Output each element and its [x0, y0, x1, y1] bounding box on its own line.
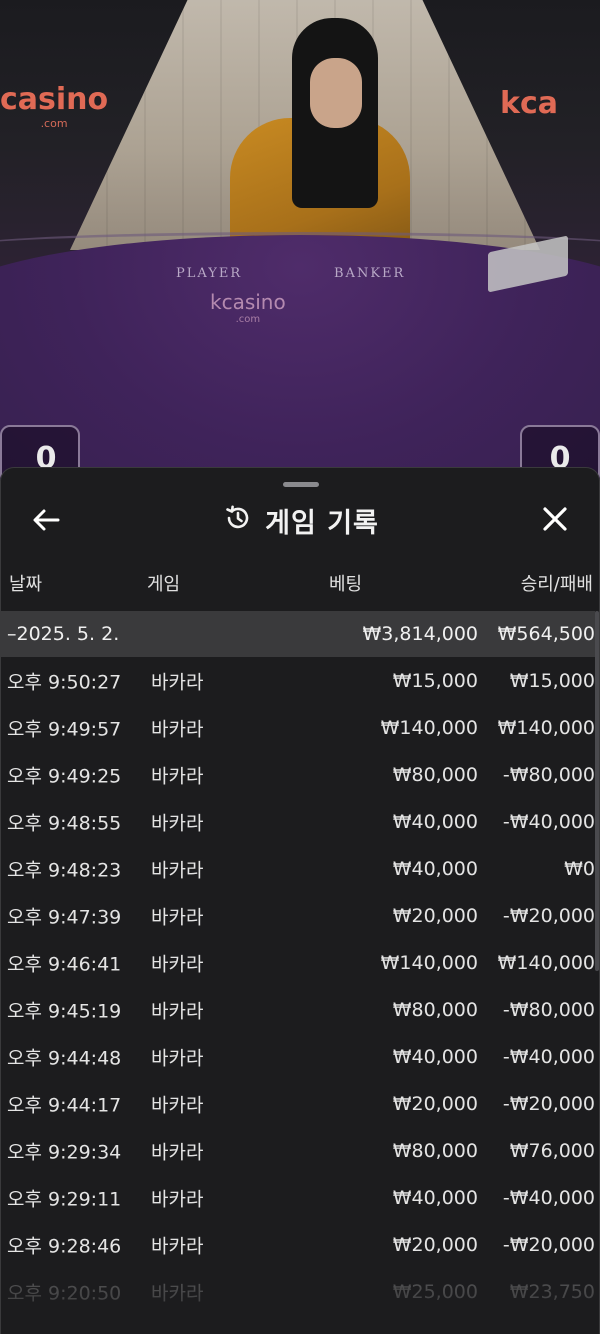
row-game: 바카라 — [151, 1047, 204, 1069]
felt-label-player: PLAYER — [176, 266, 243, 281]
column-header-bet: 베팅 — [329, 574, 363, 595]
row-result: ₩15,000 — [509, 669, 595, 692]
list-scrollbar[interactable] — [595, 611, 599, 971]
row-time: 오후 9:28:46 — [7, 1235, 122, 1257]
history-clock-icon — [223, 503, 253, 537]
row-game: 바카라 — [151, 906, 204, 928]
casino-logo-left: casino .com — [0, 82, 109, 130]
row-time: 오후 9:44:17 — [7, 1094, 122, 1116]
column-header-win-loss: 승리/패배 — [520, 574, 593, 595]
felt-label-banker: BANKER — [334, 266, 406, 281]
row-result: -₩20,000 — [502, 1092, 595, 1115]
row-game: 바카라 — [151, 1094, 204, 1116]
back-button[interactable] — [29, 504, 65, 536]
history-row[interactable]: 오후 9:49:57 바카라 ₩140,000 ₩140,000 — [1, 704, 595, 751]
row-result: -₩40,000 — [502, 810, 595, 833]
row-time: 오후 9:49:25 — [7, 765, 122, 787]
column-header-date: 날짜 — [9, 574, 43, 595]
row-bet: ₩140,000 — [380, 716, 478, 739]
row-time: 오후 9:50:27 — [7, 671, 122, 693]
row-time: 오후 9:48:23 — [7, 859, 122, 881]
row-time: 오후 9:45:19 — [7, 1000, 122, 1022]
row-game: 바카라 — [151, 671, 204, 693]
row-bet: ₩40,000 — [392, 1045, 478, 1068]
history-row[interactable]: 오후 9:48:23 바카라 ₩40,000 ₩0 — [1, 845, 595, 892]
row-bet: ₩20,000 — [392, 1092, 478, 1115]
history-row[interactable]: 오후 9:29:11 바카라 ₩40,000 -₩40,000 — [1, 1174, 595, 1221]
row-result: -₩20,000 — [502, 904, 595, 927]
history-row[interactable]: 오후 9:28:46 바카라 ₩20,000 -₩20,000 — [1, 1221, 595, 1268]
live-video-feed: casino .com kca PLAYER BANKER kcasino .c… — [0, 0, 600, 480]
row-game: 바카라 — [151, 1141, 204, 1163]
row-result: -₩80,000 — [502, 998, 595, 1021]
date-group-row[interactable]: –2025. 5. 2. ₩3,814,000 ₩564,500 — [1, 611, 595, 657]
title-group: 게임 기록 — [1, 498, 599, 542]
row-game: 바카라 — [151, 859, 204, 881]
row-bet: ₩40,000 — [392, 857, 478, 880]
history-list: –2025. 5. 2. ₩3,814,000 ₩564,500 오후 9:50… — [1, 611, 595, 1315]
row-time: 오후 9:48:55 — [7, 812, 122, 834]
row-time: 오후 9:29:11 — [7, 1188, 122, 1210]
row-bet: ₩80,000 — [392, 1139, 478, 1162]
history-row[interactable]: 오후 9:44:48 바카라 ₩40,000 -₩40,000 — [1, 1033, 595, 1080]
row-bet: ₩40,000 — [392, 1186, 478, 1209]
casino-logo-right: kca — [500, 86, 558, 121]
row-game: 바카라 — [151, 1235, 204, 1257]
history-row[interactable]: 오후 9:47:39 바카라 ₩20,000 -₩20,000 — [1, 892, 595, 939]
column-header-game: 게임 — [147, 574, 181, 595]
row-result: -₩20,000 — [502, 1233, 595, 1256]
sheet-header: 게임 기록 — [1, 498, 599, 542]
row-game: 바카라 — [151, 812, 204, 834]
row-time: 오후 9:47:39 — [7, 906, 122, 928]
row-time: 오후 9:44:48 — [7, 1047, 122, 1069]
history-row[interactable]: 오후 9:48:55 바카라 ₩40,000 -₩40,000 — [1, 798, 595, 845]
dealer — [210, 18, 420, 268]
close-x-icon — [543, 507, 567, 531]
history-row[interactable]: 오후 9:44:17 바카라 ₩20,000 -₩20,000 — [1, 1080, 595, 1127]
row-result: -₩40,000 — [502, 1045, 595, 1068]
history-row[interactable]: 오후 9:46:41 바카라 ₩140,000 ₩140,000 — [1, 939, 595, 986]
row-bet: ₩40,000 — [392, 810, 478, 833]
history-row[interactable]: 오후 9:49:25 바카라 ₩80,000 -₩80,000 — [1, 751, 595, 798]
table-logo: kcasino .com — [210, 290, 286, 325]
row-bet: ₩25,000 — [392, 1280, 478, 1303]
row-game: 바카라 — [151, 1188, 204, 1210]
row-time: 오후 9:46:41 — [7, 953, 122, 975]
row-result: -₩80,000 — [502, 763, 595, 786]
row-bet: ₩80,000 — [392, 998, 478, 1021]
row-game: 바카라 — [151, 765, 204, 787]
row-result: ₩140,000 — [497, 951, 595, 974]
close-button[interactable] — [537, 504, 573, 536]
row-result: ₩76,000 — [509, 1139, 595, 1162]
row-bet: ₩80,000 — [392, 763, 478, 786]
row-bet: ₩20,000 — [392, 904, 478, 927]
row-time: 오후 9:49:57 — [7, 718, 122, 740]
row-time: 오후 9:29:34 — [7, 1141, 122, 1163]
row-bet: ₩140,000 — [380, 951, 478, 974]
row-result: ₩140,000 — [497, 716, 595, 739]
row-game: 바카라 — [151, 1000, 204, 1022]
history-row[interactable]: 오후 9:50:27 바카라 ₩15,000 ₩15,000 — [1, 657, 595, 704]
column-headers: 날짜 게임 베팅 승리/패배 — [1, 570, 599, 600]
date-group-date: –2025. 5. 2. — [7, 623, 120, 645]
row-result: -₩40,000 — [502, 1186, 595, 1209]
sheet-title: 게임 기록 — [265, 507, 379, 539]
date-group-total-win: ₩564,500 — [497, 623, 595, 645]
arrow-left-icon — [33, 509, 60, 531]
history-row[interactable]: 오후 9:29:34 바카라 ₩80,000 ₩76,000 — [1, 1127, 595, 1174]
row-result: ₩0 — [564, 857, 595, 880]
row-bet: ₩20,000 — [392, 1233, 478, 1256]
history-row[interactable]: 오후 9:20:50 바카라 ₩25,000 ₩23,750 — [1, 1268, 595, 1315]
row-bet: ₩15,000 — [392, 669, 478, 692]
row-time: 오후 9:20:50 — [7, 1282, 122, 1304]
row-game: 바카라 — [151, 1282, 204, 1304]
row-game: 바카라 — [151, 718, 204, 740]
sheet-drag-handle[interactable] — [283, 482, 319, 487]
row-game: 바카라 — [151, 953, 204, 975]
date-group-total-bet: ₩3,814,000 — [362, 623, 478, 645]
history-row[interactable]: 오후 9:45:19 바카라 ₩80,000 -₩80,000 — [1, 986, 595, 1033]
row-result: ₩23,750 — [509, 1280, 595, 1303]
game-history-sheet: 게임 기록 날짜 게임 베팅 승리/패배 –2025. 5. 2. ₩3,814… — [0, 467, 600, 1334]
